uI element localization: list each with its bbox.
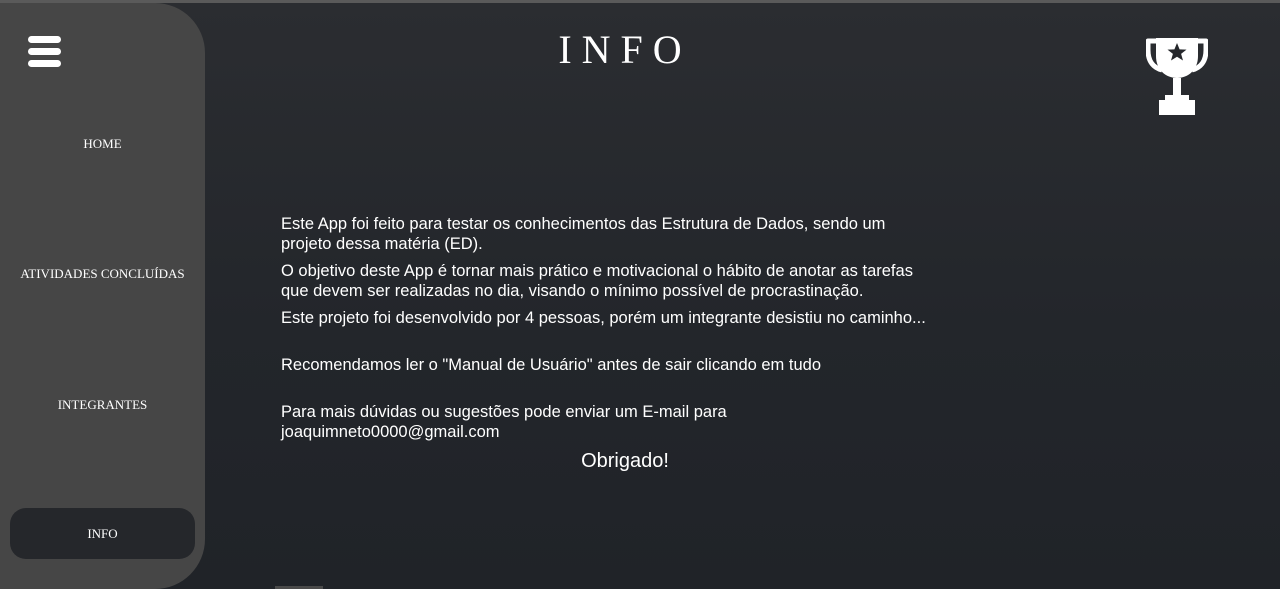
menu-bar <box>28 48 61 55</box>
menu-bar <box>28 60 61 67</box>
info-paragraph-contact: Para mais dúvidas ou sugestões pode envi… <box>281 403 727 441</box>
menu-bar <box>28 36 61 43</box>
sidebar-item-home[interactable]: HOME <box>0 136 205 152</box>
info-paragraph-objective: O objetivo deste App é tornar mais práti… <box>281 262 913 300</box>
sidebar-item-integrantes[interactable]: INTEGRANTES <box>0 397 205 413</box>
sidebar-item-atividades-concluidas[interactable]: ATIVIDADES CONCLUÍDAS <box>0 266 205 282</box>
thanks-text: Obrigado! <box>581 450 669 472</box>
info-paragraph-manual: Recomendamos ler o "Manual de Usuário" a… <box>281 356 821 374</box>
info-paragraph-team: Este projeto foi desenvolvido por 4 pess… <box>281 309 926 327</box>
info-paragraph-about: Este App foi feito para testar os conhec… <box>281 215 886 253</box>
sidebar-item-info[interactable]: INFO <box>10 508 195 559</box>
page-title: INFO <box>558 27 692 72</box>
info-content: Este App foi feito para testar os conhec… <box>281 214 981 442</box>
sidebar: HOME ATIVIDADES CONCLUÍDAS INTEGRANTES I… <box>0 3 205 589</box>
trophy-star-icon[interactable] <box>1145 36 1209 116</box>
hamburger-menu-icon[interactable] <box>28 36 61 67</box>
